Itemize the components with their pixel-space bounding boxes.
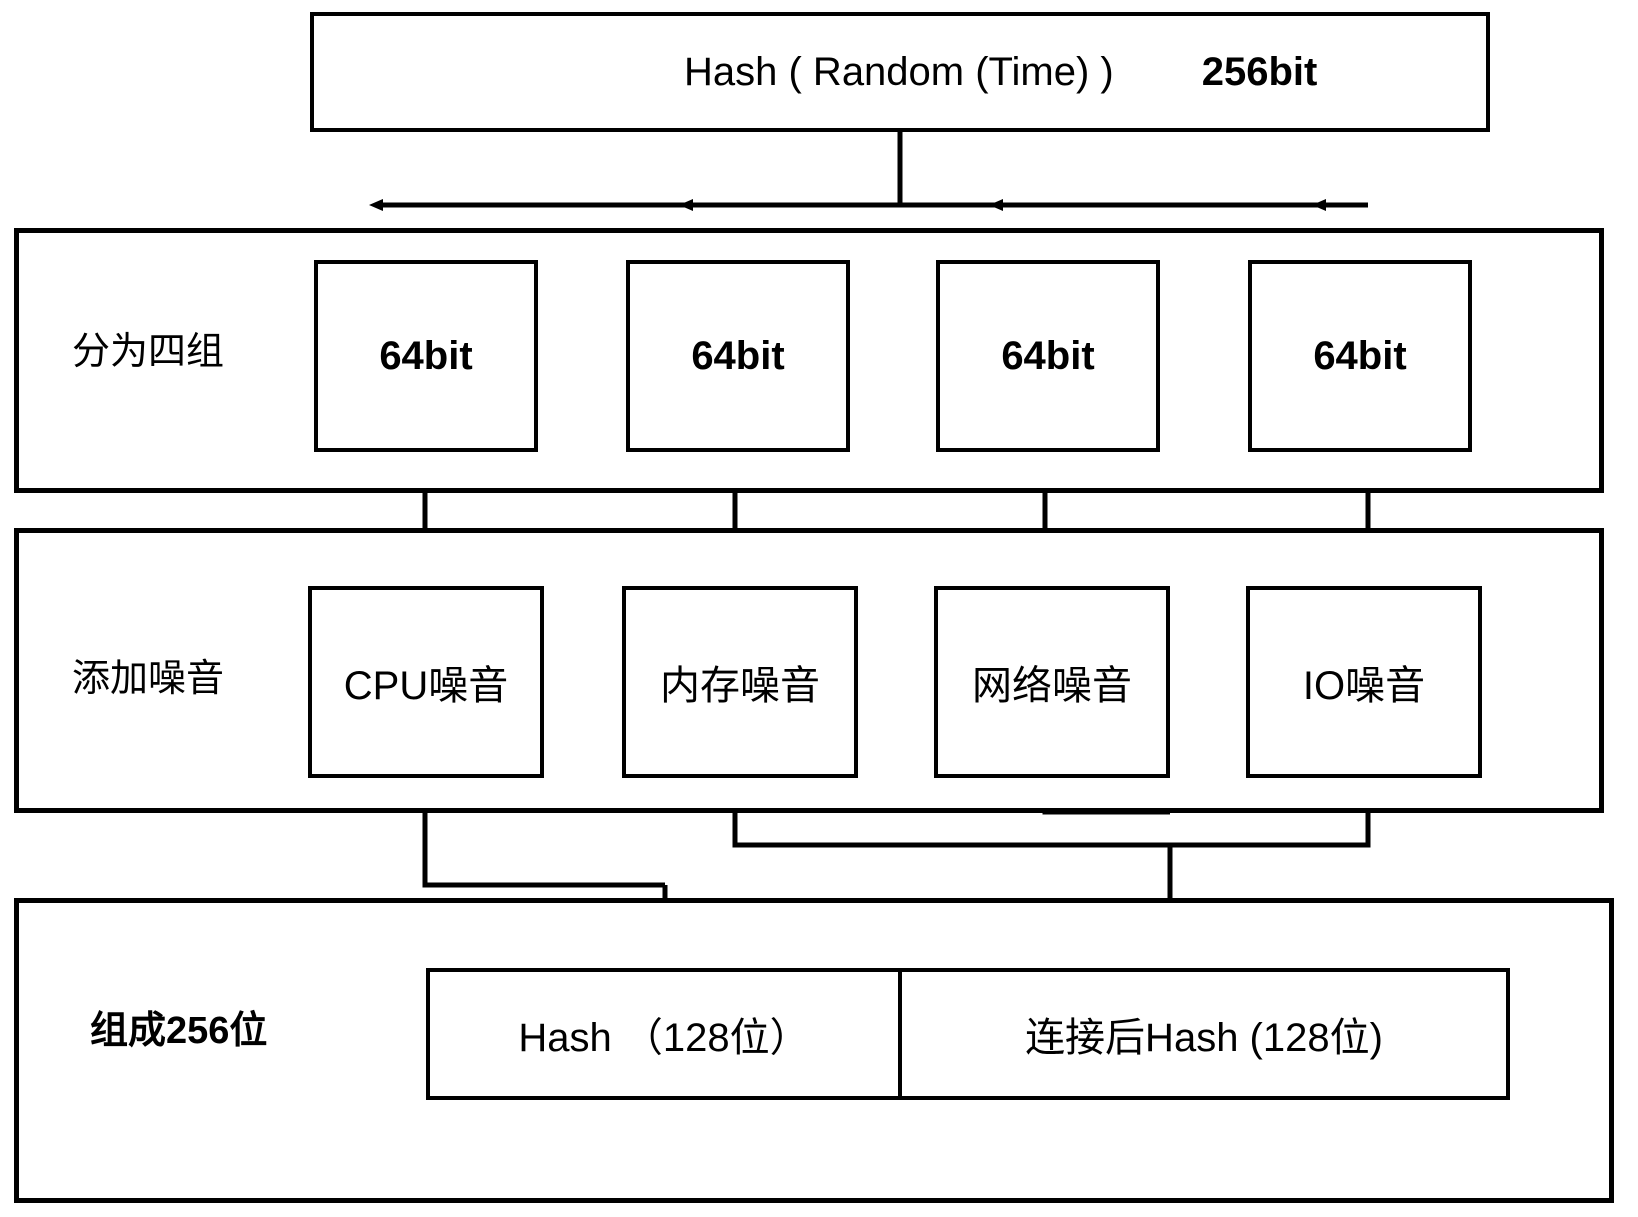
noise-row-label: 添加噪音	[72, 658, 225, 700]
bit-box-2: 64bit	[626, 260, 850, 452]
noise-box-io: IO噪音	[1246, 586, 1482, 778]
noise-box-cpu: CPU噪音	[308, 586, 544, 778]
bit-box-4: 64bit	[1248, 260, 1472, 452]
split-row-label: 分为四组	[72, 331, 225, 373]
hash-half-right: 连接后Hash (128位)	[898, 968, 1510, 1100]
source-hash-label: Hash ( Random (Time) )	[684, 49, 1114, 94]
diagram-canvas: Hash ( Random (Time) ) 256bit 分为四组 64bit…	[0, 0, 1638, 1217]
noise-box-memory: 内存噪音	[622, 586, 858, 778]
bit-box-3: 64bit	[936, 260, 1160, 452]
bit-box-1: 64bit	[314, 260, 538, 452]
source-hash-content: Hash ( Random (Time) ) 256bit	[684, 50, 1317, 95]
noise-box-network: 网络噪音	[934, 586, 1170, 778]
hash-half-left: Hash （128位）	[426, 968, 902, 1100]
compose-row-label: 组成256位	[90, 1010, 268, 1052]
source-hash-bits: 256bit	[1201, 49, 1318, 94]
source-hash-box: Hash ( Random (Time) ) 256bit	[310, 12, 1490, 132]
